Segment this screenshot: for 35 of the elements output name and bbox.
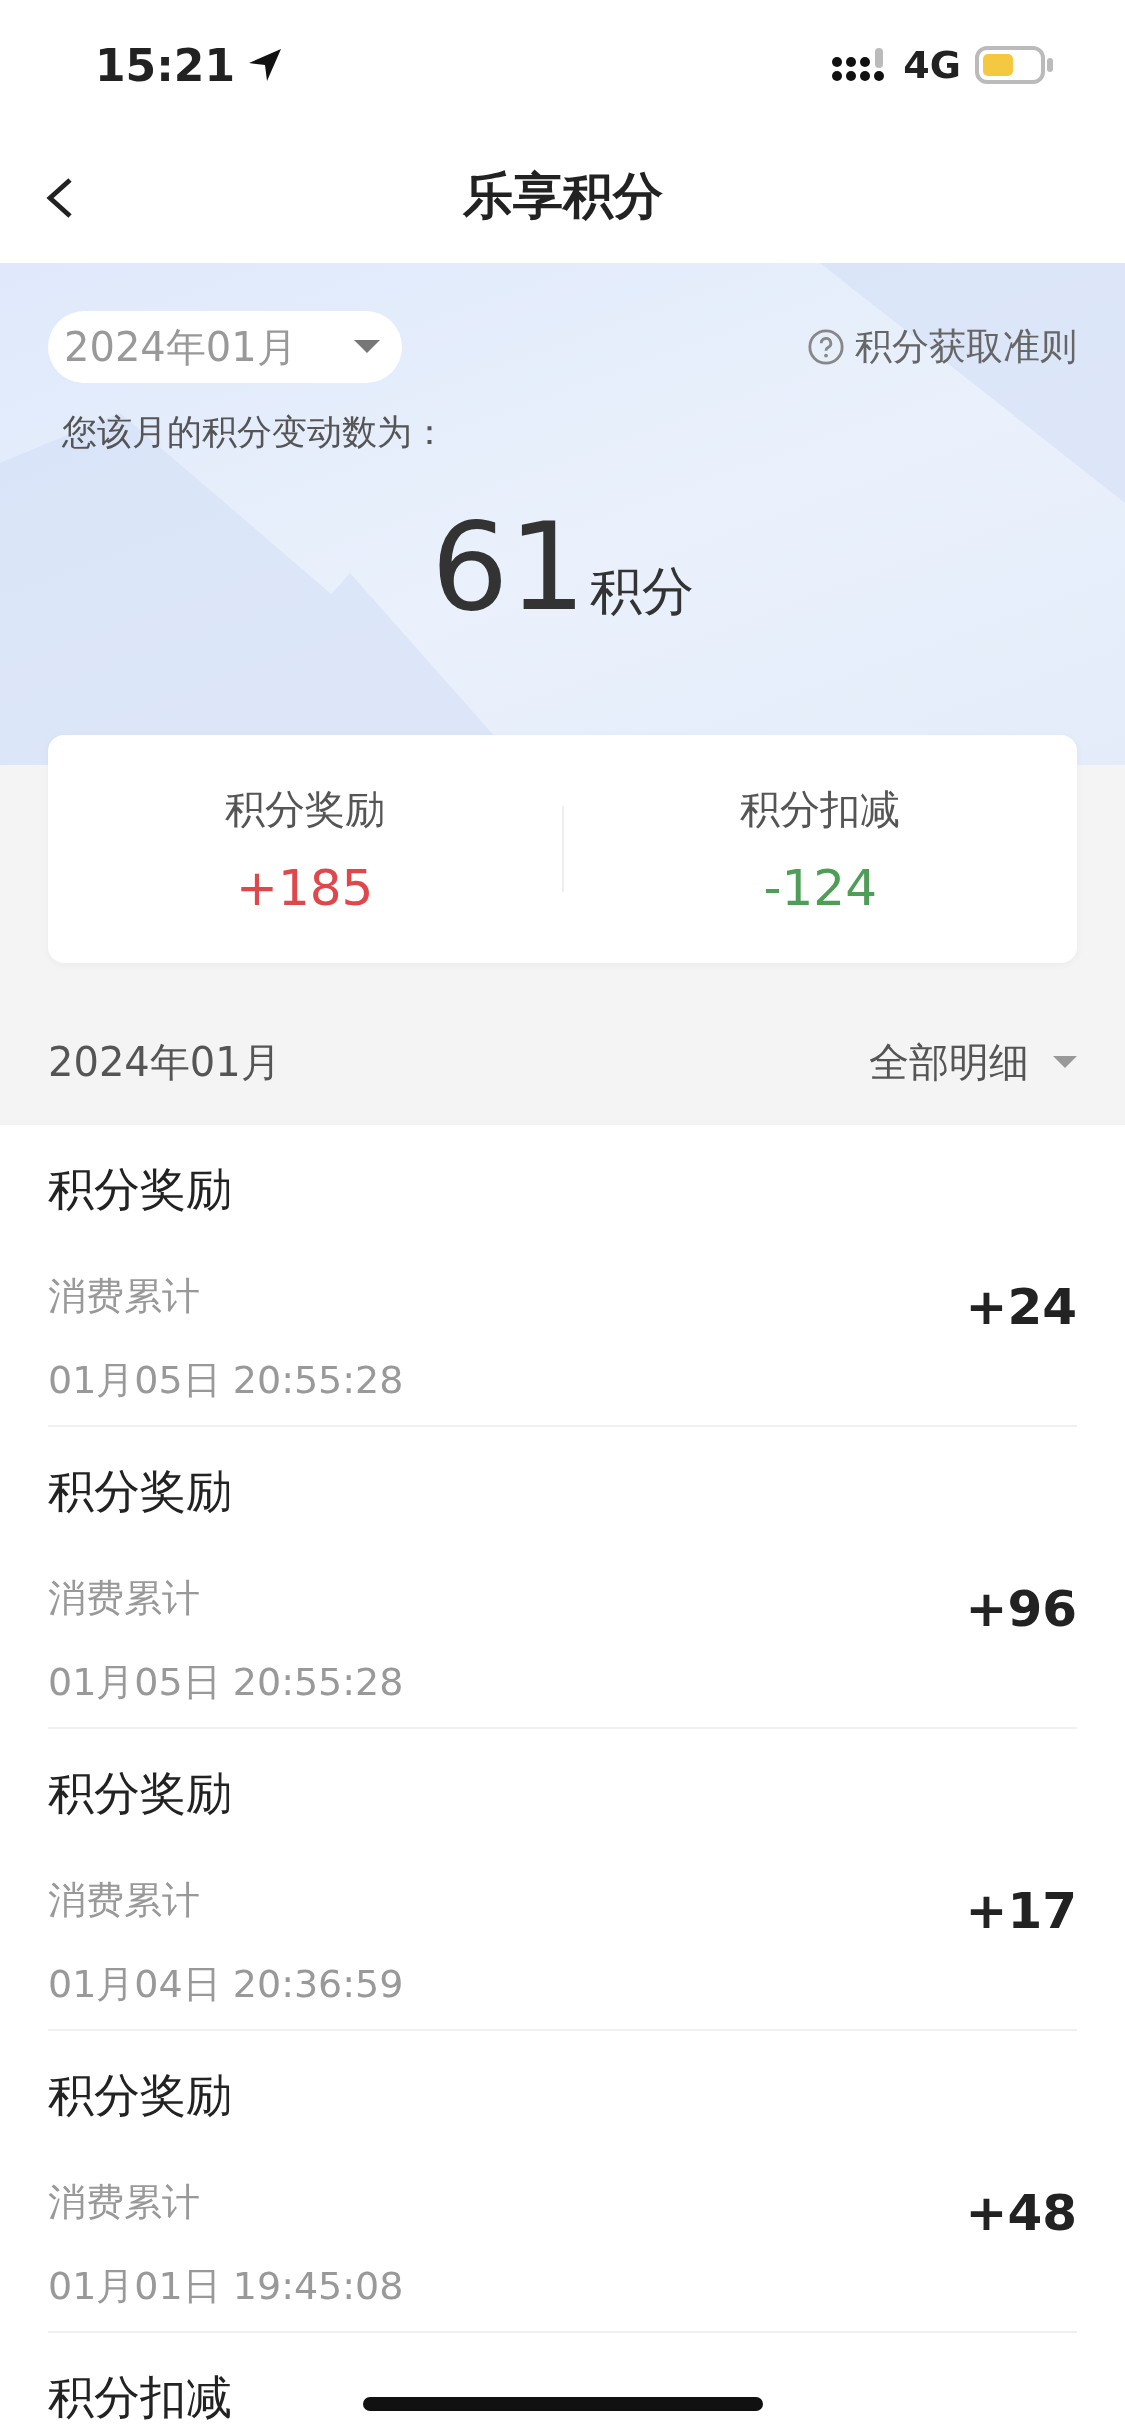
record-source: 消费累计 — [48, 1273, 201, 1320]
points-total: 61 — [430, 496, 587, 638]
summary-label: 积分奖励 — [224, 784, 385, 834]
page-title: 乐享积分 — [462, 166, 663, 227]
record-time: 01月05日 20:55:28 — [48, 1357, 405, 1404]
record-time: 01月01日 19:45:08 — [48, 2263, 405, 2310]
summary-value: -124 — [763, 858, 877, 917]
clock-time: 15:21 — [95, 39, 236, 91]
rules-link[interactable]: 积分获取准则 — [855, 322, 1077, 372]
record-amount: +17 — [965, 1882, 1077, 1940]
record-source: 消费累计 — [48, 1575, 201, 1622]
record-source: 消费累计 — [48, 2179, 201, 2226]
record-amount: +96 — [965, 1580, 1077, 1638]
month-label: 2024年01月 — [48, 1037, 281, 1087]
caption-text: 您该月的积分变动数为： — [61, 411, 448, 454]
battery-icon — [975, 46, 1055, 84]
record-title: 积分奖励 — [48, 1769, 232, 1822]
month-selector[interactable]: 2024年01月 — [48, 311, 402, 383]
record-amount: +48 — [965, 2184, 1077, 2242]
summary-label: 积分扣减 — [740, 784, 901, 834]
record-time: 01月04日 20:36:59 — [48, 1961, 405, 2008]
record-title: 积分奖励 — [48, 1467, 232, 1520]
points-unit: 积分 — [590, 560, 695, 623]
caret-icon — [354, 340, 380, 354]
record-title: 积分奖励 — [48, 1165, 232, 1218]
record-amount: +24 — [965, 1278, 1077, 1336]
help-icon[interactable] — [807, 328, 845, 366]
summary-value: +185 — [236, 858, 374, 917]
record-title: 积分奖励 — [48, 2071, 232, 2124]
caret-icon — [1053, 1055, 1077, 1069]
record-source: 消费累计 — [48, 1877, 201, 1924]
filter-dropdown[interactable]: 全部明细 — [869, 1034, 1077, 1090]
network-label: 4G — [903, 43, 961, 87]
record-title: 积分扣减 — [48, 2373, 232, 2426]
record-time: 01月05日 20:55:28 — [48, 1659, 405, 1706]
